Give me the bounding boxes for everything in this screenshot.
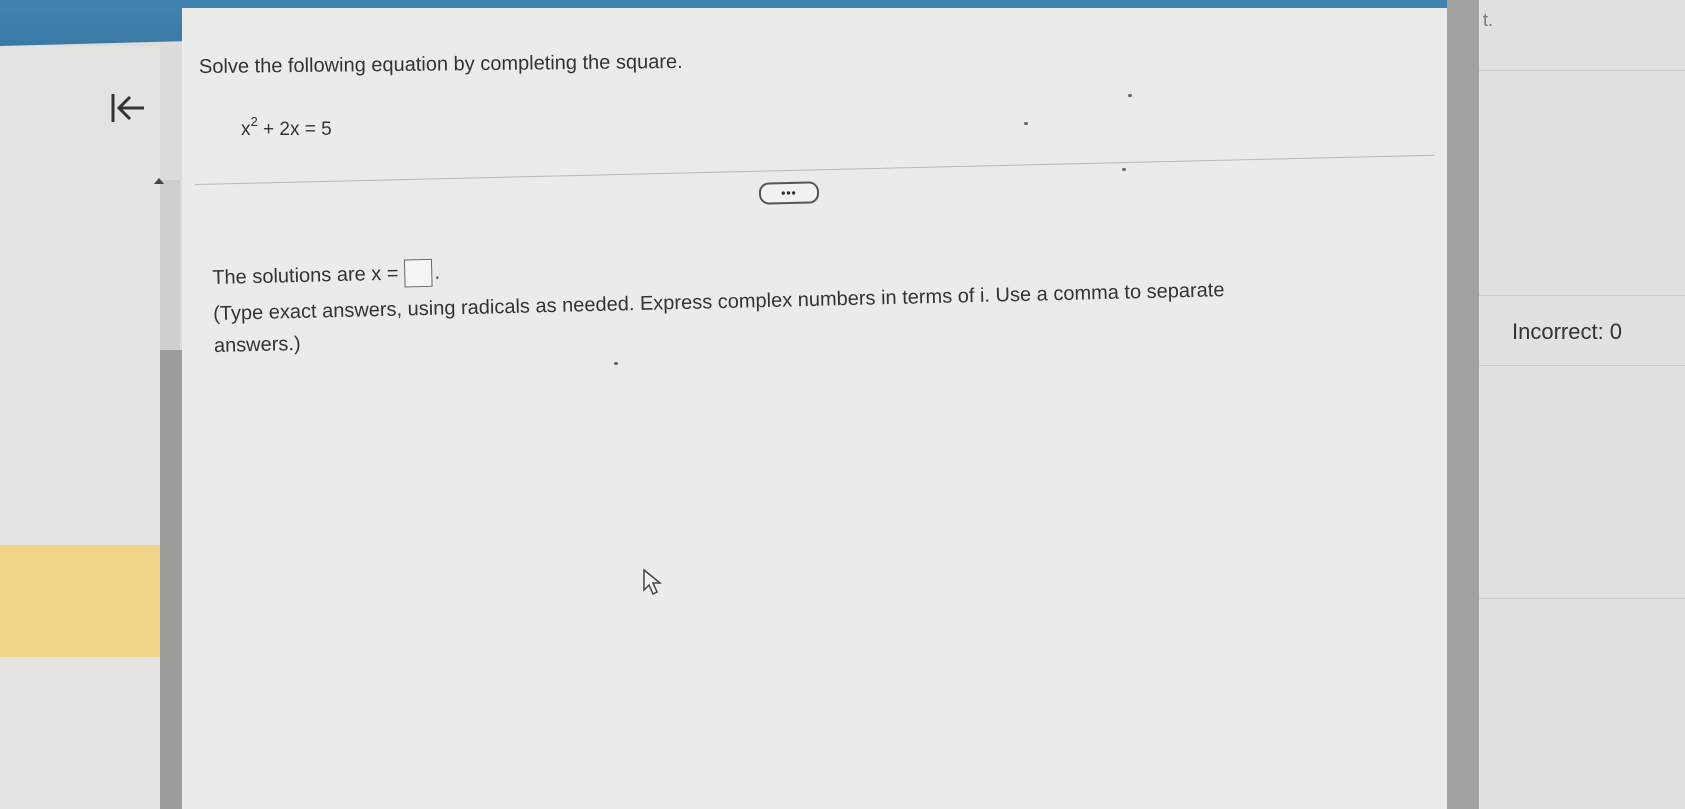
answer-input[interactable] (404, 258, 433, 288)
equation-exponent: 2 (250, 114, 258, 129)
dust-speck (1024, 122, 1028, 125)
side-panel-divider (1479, 295, 1685, 296)
question-equation: x2 + 2x = 5 (241, 114, 332, 141)
side-panel-divider (1479, 365, 1685, 366)
equation-rest: + 2x = 5 (257, 119, 332, 140)
incorrect-count: Incorrect: 0 (1512, 319, 1623, 344)
back-to-first-button[interactable] (106, 86, 150, 130)
mouse-pointer-icon (643, 568, 663, 596)
side-panel-top-text: t. (1483, 10, 1494, 30)
dust-speck (614, 362, 618, 365)
expand-more-button[interactable]: ••• (758, 181, 820, 205)
scroll-up-arrow-icon[interactable] (154, 178, 164, 184)
answer-prefix: The solutions are x = (212, 262, 399, 289)
equation-base: x (241, 119, 251, 140)
main-scrollbar[interactable] (1447, 0, 1479, 809)
first-page-arrow-icon (111, 94, 144, 122)
question-content-area (182, 8, 1447, 809)
score-side-panel (1479, 0, 1685, 809)
side-panel-divider (1479, 598, 1685, 599)
answer-suffix: . (434, 261, 441, 284)
dust-speck (1128, 94, 1132, 97)
dust-speck (1122, 168, 1126, 171)
side-panel-divider (1479, 70, 1685, 71)
left-question-rail (0, 46, 160, 809)
current-question-highlight[interactable] (0, 545, 178, 657)
left-rail-scroll-thumb[interactable] (160, 350, 182, 809)
